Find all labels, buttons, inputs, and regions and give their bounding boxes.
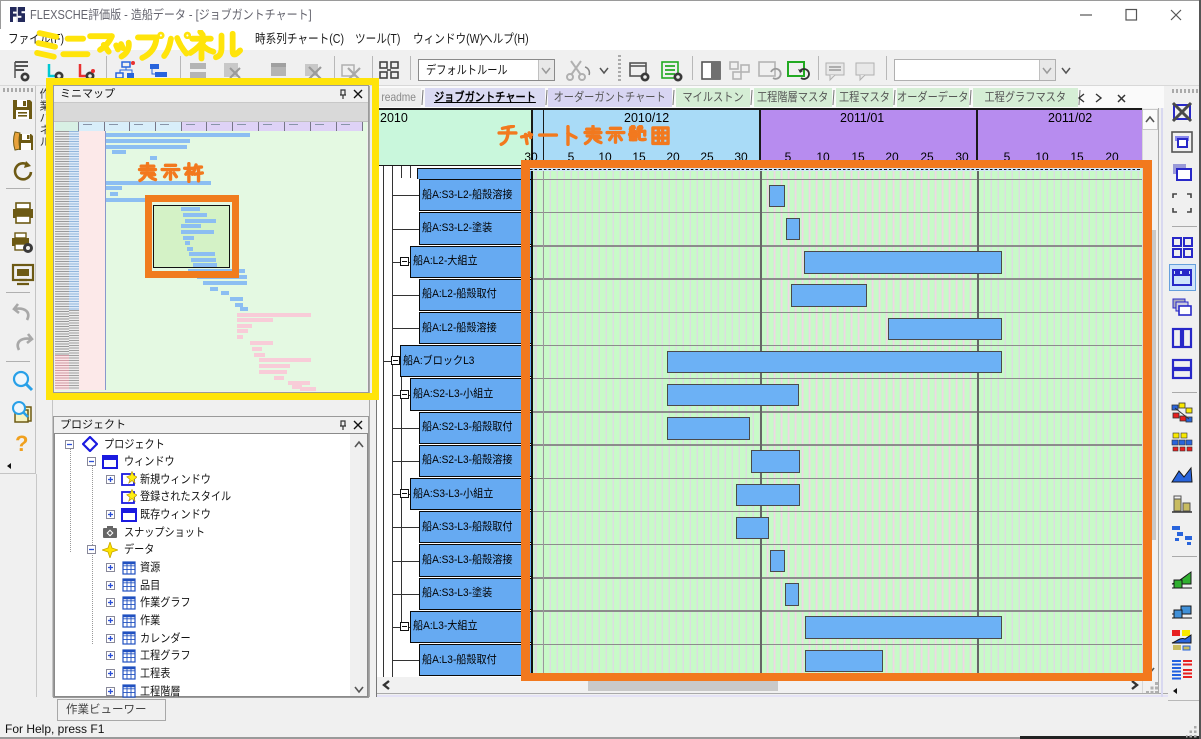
svg-text:?: ? [15, 432, 28, 456]
